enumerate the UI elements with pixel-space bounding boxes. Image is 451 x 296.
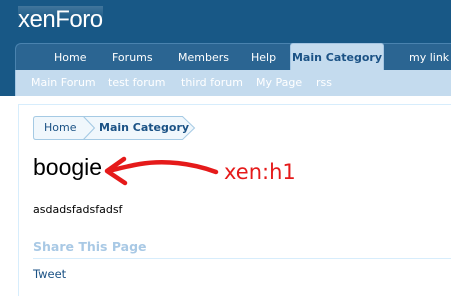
page-title: boogie [33,154,103,180]
main-navigation: Home Forums Members Help Main Category m… [15,43,451,71]
share-heading: Share This Page [33,239,147,254]
tab-main-category[interactable]: Main Category [290,43,384,71]
logo-text: xenForo [18,6,103,33]
xenforo-logo[interactable]: xenForo [18,6,103,34]
sub-nav-third-forum[interactable]: third forum [181,70,243,95]
tweet-button[interactable]: Tweet [33,267,66,282]
annotation-label: xen:h1 [224,160,296,184]
tab-home[interactable]: Home [54,44,86,70]
red-arrow-annotation [104,156,219,186]
breadcrumb-main-category[interactable]: Main Category [99,116,189,140]
sub-navigation: Main Forum test forum third forum My Pag… [15,70,451,96]
tab-my-link[interactable]: my link [409,44,449,70]
tab-help[interactable]: Help [251,44,276,70]
breadcrumb-home[interactable]: Home [44,116,76,140]
sub-nav-test-forum[interactable]: test forum [108,70,165,95]
sub-nav-my-page[interactable]: My Page [256,70,302,95]
message-body: asdadsfadsfadsf [33,203,123,216]
site-header: xenForo Home Forums Members Help Main Ca… [0,0,451,96]
tab-members[interactable]: Members [178,44,229,70]
tab-forums[interactable]: Forums [112,44,153,70]
share-divider [33,258,451,259]
sub-nav-main-forum[interactable]: Main Forum [31,70,96,95]
sub-nav-rss[interactable]: rss [316,70,332,95]
